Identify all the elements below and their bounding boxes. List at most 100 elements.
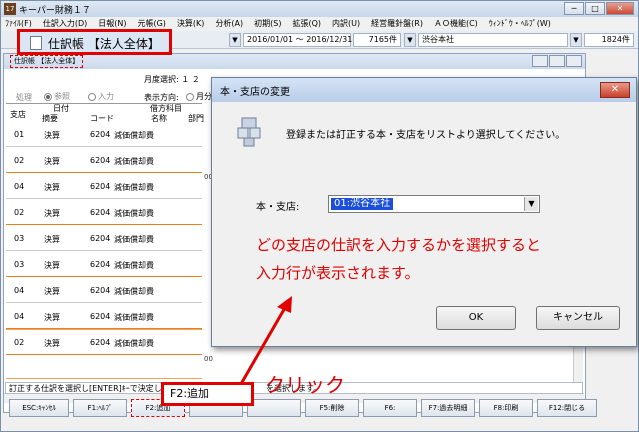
- row-code: 6204: [90, 156, 111, 165]
- f2-add-callout: F2:追加: [161, 382, 254, 406]
- branch-select-value: 01:渋谷本社: [331, 198, 394, 210]
- row-branch: 04: [14, 312, 25, 321]
- instruction-annotation-line2: 入力行が表示されます。: [256, 264, 420, 282]
- cancel-button[interactable]: キャンセル: [536, 306, 620, 330]
- header-branch: 支店: [10, 110, 26, 119]
- journal-window-titlebar: 仕訳帳 【法人全体】: [4, 54, 585, 69]
- menu-initial[interactable]: 初期(S): [254, 17, 281, 31]
- branch-select[interactable]: 01:渋谷本社 ▼: [328, 195, 540, 213]
- f6-button[interactable]: F6:: [363, 399, 417, 417]
- branch-change-dialog: 本・支店の変更 ✕ 登録または訂正する本・支店をリストより選択してください。 本…: [211, 77, 637, 347]
- row-code: 6204: [90, 234, 111, 243]
- function-key-bar: ESC:ｷｬﾝｾﾙ F1:ﾍﾙﾌﾟ F2:追加 F5:削除 F6: F7:過去明…: [1, 397, 638, 419]
- f4-button[interactable]: [247, 399, 301, 417]
- app-title: キーパー財務１７: [19, 6, 91, 16]
- click-annotation: クリック: [265, 373, 345, 397]
- direction-radio[interactable]: 月分: [186, 91, 212, 102]
- minimize-button[interactable]: ─: [564, 2, 584, 15]
- journal-minimize-button[interactable]: [532, 55, 548, 67]
- row-name: 減価償却費: [114, 339, 154, 348]
- orange-divider: [6, 378, 202, 379]
- title-bar: 17 キーパー財務１７ ─ □ ✕: [1, 1, 638, 17]
- row-name: 減価償却費: [114, 313, 154, 322]
- menu-analysis[interactable]: 分析(A): [215, 17, 243, 31]
- journal-callout: 仕訳帳 【法人全体】: [17, 29, 172, 55]
- month-values[interactable]: １ ２: [181, 75, 200, 84]
- f12-close-button[interactable]: F12:閉じる: [537, 399, 597, 417]
- table-row[interactable]: 02 決算 6204 減価償却費: [6, 204, 202, 225]
- f7-history-button[interactable]: F7:過去明細: [421, 399, 475, 417]
- row-date: 決算: [44, 339, 60, 348]
- menu-breakdown[interactable]: 内訳(U): [332, 17, 360, 31]
- row-date: 決算: [44, 131, 60, 140]
- table-row[interactable]: 04 決算 6204 減価償却費: [6, 178, 202, 199]
- row-name: 減価償却費: [114, 209, 154, 218]
- table-row[interactable]: 01 決算 6204 減価償却費: [6, 126, 202, 147]
- app-icon: 17: [4, 3, 16, 15]
- f1-help-button[interactable]: F1:ﾍﾙﾌﾟ: [73, 399, 127, 417]
- instruction-annotation-line1: どの支店の仕訳を入力するかを選択すると: [256, 236, 542, 254]
- esc-cancel-button[interactable]: ESC:ｷｬﾝｾﾙ: [9, 399, 69, 417]
- ok-button[interactable]: OK: [436, 306, 516, 330]
- header-date: 日付: [53, 104, 69, 113]
- menu-ao[interactable]: ＡＯ機能(C): [434, 17, 478, 31]
- menu-window-help[interactable]: ｳｨﾝﾄﾞｳ・ﾍﾙﾌﾟ(W): [489, 17, 551, 31]
- row-date: 決算: [44, 313, 60, 322]
- row-name: 減価償却費: [114, 131, 154, 140]
- table-row[interactable]: 02 決算 6204 減価償却費: [6, 334, 202, 355]
- menu-closing[interactable]: 決算(K): [177, 17, 205, 31]
- row-code: 6204: [90, 286, 111, 295]
- menu-compass[interactable]: 経営羅針盤(R): [371, 17, 423, 31]
- f8-print-button[interactable]: F8:印刷: [479, 399, 533, 417]
- maximize-button[interactable]: □: [585, 2, 605, 15]
- chevron-down-icon[interactable]: ▼: [524, 197, 538, 211]
- right-dropdown-icon[interactable]: ▼: [570, 33, 582, 47]
- header-summary: 摘要: [42, 114, 58, 123]
- period-field[interactable]: 2016/01/01 ～ 2016/12/31: [243, 33, 352, 47]
- branch-dropdown-icon[interactable]: ▼: [404, 33, 416, 47]
- row-date: 決算: [44, 261, 60, 270]
- mode-view-radio[interactable]: 参照: [44, 91, 70, 102]
- close-button[interactable]: ✕: [606, 2, 634, 15]
- journal-maximize-button[interactable]: [549, 55, 565, 67]
- process-label: 処理: [16, 93, 32, 102]
- row-branch: 03: [14, 260, 25, 269]
- month-select[interactable]: 月度選択: １ ２: [144, 74, 200, 85]
- row-branch: 01: [14, 130, 25, 139]
- main-window: 17 キーパー財務１７ ─ □ ✕ ﾌｧｲﾙ(F) 仕訳入力(D) 日報(N) …: [0, 0, 639, 432]
- radio-icon[interactable]: [44, 92, 52, 101]
- table-row[interactable]: 04 決算 6204 減価償却費: [6, 282, 202, 303]
- table-row[interactable]: 03 決算 6204 減価償却費: [6, 256, 202, 277]
- mode-input-radio[interactable]: 入力: [88, 91, 114, 102]
- menu-extend[interactable]: 拡張(Q): [292, 17, 321, 31]
- row-date: 決算: [44, 183, 60, 192]
- row-branch: 03: [14, 234, 25, 243]
- row-branch: 04: [14, 286, 25, 295]
- dialog-titlebar: 本・支店の変更 ✕: [212, 78, 636, 102]
- radio-icon[interactable]: [186, 92, 194, 101]
- row-branch: 02: [14, 156, 25, 165]
- row-code: 6204: [90, 260, 111, 269]
- row-date: 決算: [44, 287, 60, 296]
- row-code: 6204: [90, 130, 111, 139]
- branch-field[interactable]: 渋谷本社: [418, 33, 568, 47]
- f5-delete-button[interactable]: F5:削除: [305, 399, 359, 417]
- table-row[interactable]: 04 決算 6204 減価償却費: [6, 308, 202, 329]
- code-marker: 00: [204, 355, 213, 363]
- journal-close-button[interactable]: [566, 55, 582, 67]
- table-row[interactable]: 03 決算 6204 減価償却費: [6, 230, 202, 251]
- table-row[interactable]: 02 決算 6204 減価償却費: [6, 152, 202, 173]
- row-date: 決算: [44, 209, 60, 218]
- radio-icon[interactable]: [88, 92, 96, 101]
- header-name: 名称: [151, 114, 167, 123]
- row-code: 6204: [90, 312, 111, 321]
- mode-view-label: 参照: [54, 92, 70, 101]
- journal-window-title: 仕訳帳 【法人全体】: [10, 55, 84, 68]
- dialog-close-button[interactable]: ✕: [600, 82, 630, 98]
- right-count: 1824件: [584, 33, 634, 47]
- period-dropdown-icon[interactable]: ▼: [229, 33, 241, 47]
- row-date: 決算: [44, 157, 60, 166]
- branch-label: 本・支店:: [256, 202, 300, 213]
- row-date: 決算: [44, 235, 60, 244]
- journal-callout-text: 仕訳帳 【法人全体】: [48, 37, 160, 51]
